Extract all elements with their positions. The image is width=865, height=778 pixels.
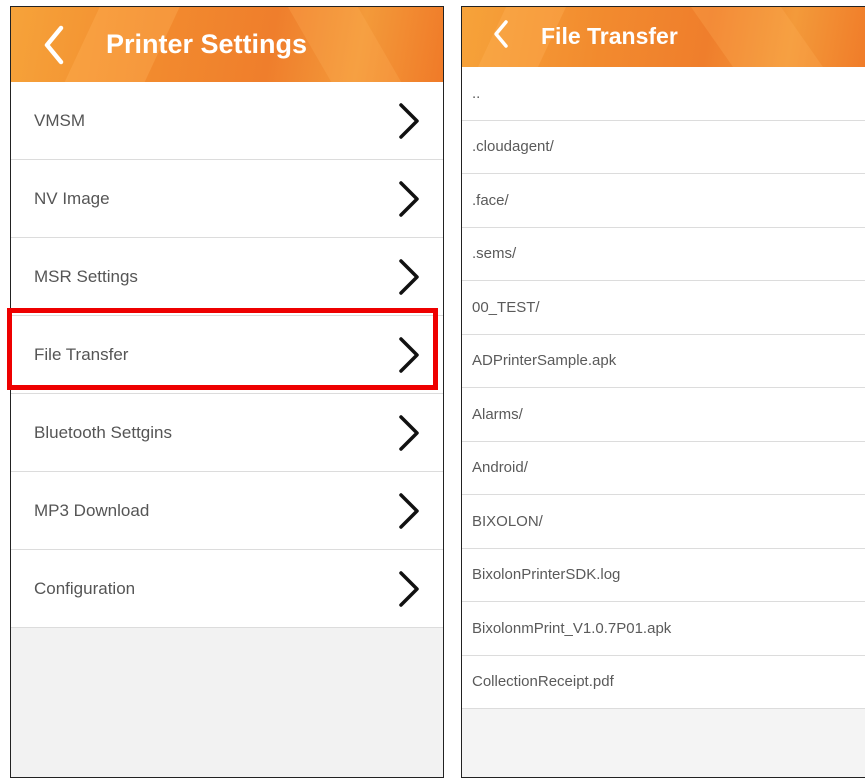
menu-item-label: Bluetooth Settgins — [34, 422, 172, 442]
file-name: Alarms/ — [472, 405, 523, 423]
chevron-right-icon — [399, 180, 419, 217]
menu-item-mp3-download[interactable]: MP3 Download — [11, 472, 443, 550]
menu-item-msr-settings[interactable]: MSR Settings — [11, 238, 443, 316]
menu-item-configuration[interactable]: Configuration — [11, 550, 443, 628]
chevron-left-icon — [44, 25, 64, 65]
header-decoration — [676, 7, 838, 67]
page-title: Printer Settings — [106, 29, 308, 59]
menu-item-nv-image[interactable]: NV Image — [11, 160, 443, 238]
file-name: Android/ — [472, 459, 528, 477]
chevron-right-icon — [399, 492, 419, 529]
file-name: BixolonPrinterSDK.log — [472, 566, 621, 584]
chevron-right-icon — [399, 336, 419, 373]
file-list-item[interactable]: .. — [462, 67, 865, 121]
menu-item-label: VMSM — [34, 110, 85, 130]
app-bar: File Transfer — [462, 7, 865, 67]
back-button[interactable] — [43, 21, 65, 74]
app-bar: Printer Settings — [11, 7, 443, 82]
menu-item-label: MSR Settings — [34, 266, 138, 286]
file-name: .sems/ — [472, 245, 517, 263]
file-list-item[interactable]: .face/ — [462, 174, 865, 228]
chevron-right-icon — [399, 102, 419, 139]
file-name: .cloudagent/ — [472, 138, 554, 156]
file-list-item[interactable]: BixolonmPrint_V1.0.7P01.apk — [462, 602, 865, 656]
file-list-item[interactable]: Alarms/ — [462, 388, 865, 442]
file-list-item[interactable]: Android/ — [462, 441, 865, 495]
page-title: File Transfer — [541, 23, 678, 49]
chevron-right-icon — [399, 570, 419, 607]
file-name: BIXOLON/ — [472, 512, 543, 530]
file-transfer-screen: File Transfer .. .cloudagent/ .face/ .sems/… — [461, 6, 865, 778]
file-list-item[interactable]: BIXOLON/ — [462, 495, 865, 549]
back-button[interactable] — [492, 19, 510, 53]
file-name: .. — [472, 84, 481, 102]
menu-item-vmsm[interactable]: VMSM — [11, 82, 443, 160]
menu-item-file-transfer[interactable]: File Transfer — [11, 316, 443, 394]
chevron-right-icon — [399, 414, 419, 451]
file-list-item[interactable]: .cloudagent/ — [462, 120, 865, 174]
file-list-item[interactable]: CollectionReceipt.pdf — [462, 655, 865, 709]
chevron-left-icon — [494, 20, 508, 48]
file-name: ADPrinterSample.apk — [472, 352, 617, 370]
menu-item-label: NV Image — [34, 188, 110, 208]
file-list-item[interactable]: .sems/ — [462, 227, 865, 281]
file-list-item[interactable]: 00_TEST/ — [462, 281, 865, 335]
file-name: .face/ — [472, 191, 509, 209]
menu-item-bluetooth-settgins[interactable]: Bluetooth Settgins — [11, 394, 443, 472]
file-list-item[interactable]: BixolonPrinterSDK.log — [462, 548, 865, 602]
menu-item-label: File Transfer — [34, 344, 129, 364]
file-name: 00_TEST/ — [472, 298, 540, 316]
menu-item-label: Configuration — [34, 578, 136, 598]
menu-item-label: MP3 Download — [34, 500, 150, 520]
chevron-right-icon — [399, 258, 419, 295]
printer-settings-screen: Printer Settings VMSM NV Image MSR Setting… — [10, 6, 444, 778]
file-name: CollectionReceipt.pdf — [472, 673, 614, 691]
file-list-item[interactable]: ADPrinterSample.apk — [462, 334, 865, 388]
file-name: BixolonmPrint_V1.0.7P01.apk — [472, 619, 672, 637]
